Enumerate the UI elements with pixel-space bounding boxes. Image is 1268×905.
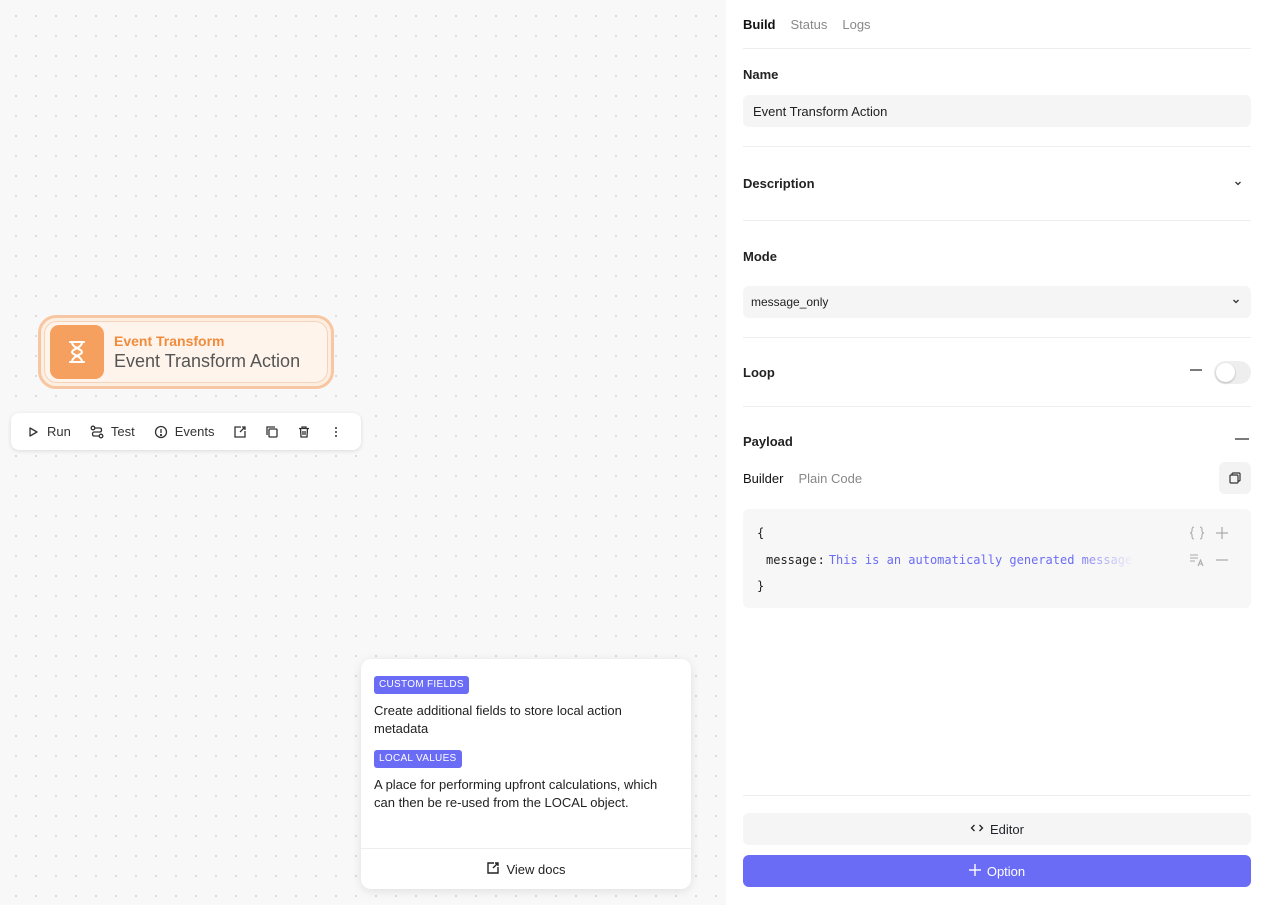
mode-select[interactable]: message_only <box>743 286 1251 318</box>
custom-fields-badge: CUSTOM FIELDS <box>374 676 469 694</box>
node-type-label: Event Transform <box>114 333 225 349</box>
payload-code-builder[interactable]: { message: This is an automatically gener… <box>743 509 1251 608</box>
footer-divider <box>743 795 1251 796</box>
local-values-badge: LOCAL VALUES <box>374 750 462 768</box>
name-section: Name Event Transform Action <box>743 49 1251 147</box>
subtab-plain-code[interactable]: Plain Code <box>798 471 862 486</box>
loop-label: Loop <box>743 364 775 380</box>
code-message-line[interactable]: message: This is an automatically generat… <box>766 553 1134 567</box>
plus-icon <box>968 863 981 879</box>
action-node[interactable]: Event Transform Event Transform Action <box>38 315 334 389</box>
open-external-icon[interactable] <box>232 424 246 440</box>
mode-section: Mode message_only <box>743 221 1251 338</box>
code-open-brace: { <box>757 526 765 540</box>
properties-panel: Build Status Logs Name Event Transform A… <box>726 0 1268 905</box>
info-circle-icon <box>153 424 169 440</box>
payload-label: Payload <box>743 433 793 449</box>
mode-label: Mode <box>743 249 777 264</box>
code-close-brace: } <box>757 579 765 593</box>
translate-icon[interactable] <box>1189 553 1205 570</box>
name-input[interactable]: Event Transform Action <box>743 95 1251 127</box>
test-label: Test <box>110 424 135 439</box>
workflow-canvas[interactable]: Event Transform Event Transform Action R… <box>0 0 726 905</box>
braces-icon[interactable] <box>1189 526 1205 543</box>
loop-section: Loop <box>743 338 1251 407</box>
panel-tabs: Build Status Logs <box>743 0 1251 49</box>
description-label: Description <box>743 176 815 191</box>
loop-toggle[interactable] <box>1214 360 1251 384</box>
view-docs-label: View docs <box>506 861 566 877</box>
docs-popover: CUSTOM FIELDS Create additional fields t… <box>361 659 691 889</box>
mode-select-value: message_only <box>751 295 829 309</box>
remove-icon[interactable] <box>1215 553 1229 570</box>
events-button[interactable]: Events <box>153 424 215 440</box>
description-section[interactable]: Description <box>743 147 1251 221</box>
trash-icon[interactable] <box>297 424 311 440</box>
tab-build[interactable]: Build <box>743 17 776 32</box>
add-icon[interactable] <box>1215 526 1229 543</box>
payload-subtabs-row: Builder Plain Code <box>743 461 1251 495</box>
node-name-label: Event Transform Action <box>114 351 301 371</box>
more-vertical-icon[interactable] <box>329 424 343 440</box>
local-values-description: A place for performing upfront calculati… <box>374 777 658 810</box>
view-docs-button[interactable]: View docs <box>361 848 691 889</box>
tab-logs[interactable]: Logs <box>842 17 870 32</box>
run-label: Run <box>47 424 71 439</box>
tab-status[interactable]: Status <box>791 17 828 32</box>
external-link-icon <box>486 861 500 878</box>
editor-button[interactable]: Editor <box>743 813 1251 845</box>
play-icon <box>25 424 41 440</box>
node-toolbar: Run Test Events <box>11 413 361 450</box>
chevron-down-icon <box>1231 295 1241 309</box>
name-label: Name <box>743 67 779 82</box>
run-button[interactable]: Run <box>25 424 71 440</box>
hourglass-icon <box>50 325 104 379</box>
code-key: message <box>766 553 817 567</box>
collapse-minus-icon[interactable] <box>1235 432 1249 451</box>
action-node-body[interactable]: Event Transform Event Transform Action <box>44 321 328 383</box>
copy-icon[interactable] <box>1219 462 1251 494</box>
test-button[interactable]: Test <box>89 424 135 440</box>
minus-icon[interactable] <box>1190 363 1202 381</box>
subtab-builder[interactable]: Builder <box>743 471 783 486</box>
editor-label: Editor <box>990 821 1024 837</box>
code-brackets-icon <box>970 822 984 837</box>
chevron-down-icon[interactable] <box>1233 175 1243 193</box>
add-option-button[interactable]: Option <box>743 855 1251 887</box>
option-label: Option <box>986 863 1026 879</box>
duplicate-icon[interactable] <box>265 424 279 440</box>
custom-fields-description: Create additional fields to store local … <box>374 703 622 736</box>
events-label: Events <box>174 424 215 439</box>
flow-test-icon <box>89 424 105 440</box>
